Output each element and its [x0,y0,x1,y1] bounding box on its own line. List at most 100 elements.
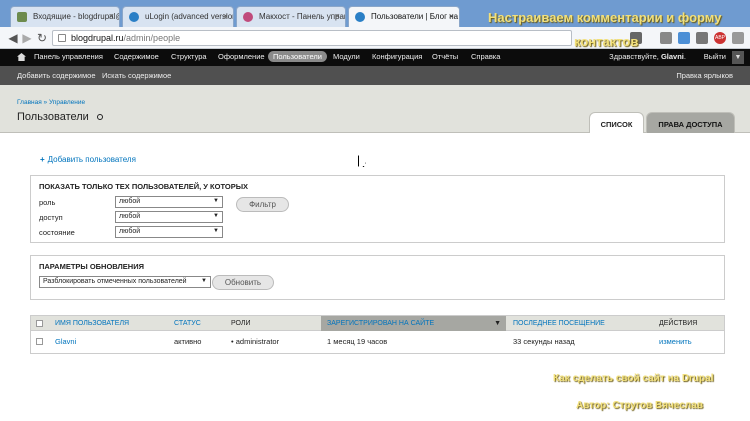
chevron-down-icon: ▼ [201,278,207,284]
tab-list[interactable]: СПИСОК [589,112,644,133]
role-select[interactable]: любой ▼ [115,196,223,208]
row-checkbox[interactable] [36,338,43,345]
adblock-icon[interactable]: ABP [714,32,726,44]
close-icon[interactable]: × [223,11,228,21]
shortcuts-toggle-button[interactable]: ▼ [732,51,744,64]
filter-button[interactable]: Фильтр [236,197,289,212]
column-registered[interactable]: Зарегистрирован на сайте [327,320,434,327]
status-label: состояние [39,228,75,237]
extension-icon[interactable] [678,32,690,44]
video-caption-line2: Автор: Стругов Вячеслав [576,400,703,411]
video-caption-line1: Как сделать свой сайт на Drupal [553,373,714,384]
operation-value: Разблокировать отмеченных пользователей [43,278,187,285]
column-registered-sorted[interactable]: Зарегистрирован на сайте ▼ [321,316,506,331]
user-status: активно [174,337,202,346]
tab-title: Макхост - Панель управ [259,12,346,21]
shortcut-add-content[interactable]: Добавить содержимое [17,71,96,80]
greeting: Здравствуйте, Glavni. [609,52,686,61]
access-label: доступ [39,213,63,222]
tab-title: Пользователи | Блог на [371,12,459,21]
shortcut-bar: Добавить содержимое Искать содержимое Пр… [0,66,750,85]
greeting-suffix: . [683,52,686,61]
update-button[interactable]: Обновить [212,275,274,290]
admin-toolbar: Панель управления Содержимое Структура О… [0,49,750,66]
user-role: • administrator [231,337,279,346]
users-table: Имя пользователя Статус Роли Зарегистрир… [30,315,725,354]
add-user-link[interactable]: + Добавить пользователя [40,155,136,164]
address-bar[interactable]: blogdrupal.ru/admin/people [52,30,572,46]
filter-title: Показать только тех пользователей, у кот… [39,182,249,191]
tab-permissions[interactable]: ПРАВА ДОСТУПА [646,112,735,133]
extension-icon[interactable] [696,32,708,44]
page-title: Пользователи [17,111,89,123]
heart-icon [243,12,253,22]
column-last-access[interactable]: Последнее посещение [513,320,605,327]
filter-fieldset: Показать только тех пользователей, у кот… [30,175,725,243]
shortcut-star-icon[interactable] [97,114,103,120]
logout-link[interactable]: Выйти [704,52,726,61]
user-name-link[interactable]: Glavni [55,337,76,346]
toolbar-item-dashboard[interactable]: Панель управления [34,52,103,61]
sort-desc-icon: ▼ [494,320,501,327]
back-icon[interactable]: ◀ [6,31,20,45]
greeting-prefix: Здравствуйте, [609,52,659,61]
select-all-checkbox[interactable] [36,320,43,327]
url-host: blogdrupal.ru [71,33,124,43]
tab-title: uLogin (advanced version [145,12,234,21]
edit-user-link[interactable]: изменить [659,337,692,346]
column-username[interactable]: Имя пользователя [55,320,129,327]
url-path: /admin/people [123,33,181,43]
video-title-overlay-line2: контактов [574,34,639,49]
add-user-label: Добавить пользователя [47,155,136,164]
toolbar-item-appearance[interactable]: Оформление [218,52,265,61]
browser-tab-ulogin[interactable]: uLogin (advanced version × [122,6,234,27]
breadcrumb[interactable]: Главная » Управление [17,99,85,106]
username-link[interactable]: Glavni [661,52,684,61]
table-row: Glavni активно • administrator 1 месяц 1… [31,331,724,353]
mouse-cursor-icon [358,155,366,167]
access-value: любой [119,213,141,220]
role-value: любой [119,198,141,205]
shortcut-find-content[interactable]: Искать содержимое [102,71,171,80]
toolbar-item-structure[interactable]: Структура [171,52,207,61]
user-registered: 1 месяц 19 часов [327,337,388,346]
forward-icon[interactable]: ▶ [20,31,34,45]
toolbar-item-help[interactable]: Справка [471,52,500,61]
page-icon [58,34,66,42]
chevron-down-icon: ▼ [213,213,219,219]
status-value: любой [119,228,141,235]
edit-shortcuts-link[interactable]: Правка ярлыков [676,71,733,80]
user-last-access: 33 секунды назад [513,337,575,346]
update-options-fieldset: Параметры обновления Разблокировать отме… [30,255,725,300]
column-status[interactable]: Статус [174,320,201,327]
access-select[interactable]: любой ▼ [115,211,223,223]
status-select[interactable]: любой ▼ [115,226,223,238]
browser-tab-inbox[interactable]: Входящие - blogdrupal@ × [10,6,120,27]
toolbar-item-configuration[interactable]: Конфигурация [372,52,422,61]
column-roles: Роли [231,320,251,327]
browser-tab-makhost[interactable]: Макхост - Панель управ × [236,6,346,27]
column-actions: Действия [659,320,698,327]
close-icon[interactable]: × [109,11,114,21]
home-icon[interactable] [17,53,26,61]
extension-icon[interactable] [660,32,672,44]
browser-tab-users[interactable]: Пользователи | Блог на × [348,6,460,27]
toolbar-item-content[interactable]: Содержимое [114,52,159,61]
role-label: роль [39,198,56,207]
tab-title: Входящие - blogdrupal@ [33,12,120,21]
close-icon[interactable]: × [449,11,454,21]
reload-icon[interactable]: ↻ [35,31,49,45]
menu-icon[interactable] [732,32,744,44]
drupal-icon [355,12,365,22]
plus-icon: + [40,155,45,164]
toolbar-item-people[interactable]: Пользователи [268,51,327,62]
table-header: Имя пользователя Статус Роли Зарегистрир… [31,316,724,331]
toolbar-item-modules[interactable]: Модули [333,52,360,61]
video-title-overlay: Настраиваем комментарии и форму [488,10,722,25]
close-icon[interactable]: × [335,11,340,21]
bullet-icon: • [231,337,234,346]
drupal-icon [129,12,139,22]
toolbar-item-reports[interactable]: Отчёты [432,52,458,61]
operation-select[interactable]: Разблокировать отмеченных пользователей … [39,276,211,288]
gmail-icon [17,12,27,22]
